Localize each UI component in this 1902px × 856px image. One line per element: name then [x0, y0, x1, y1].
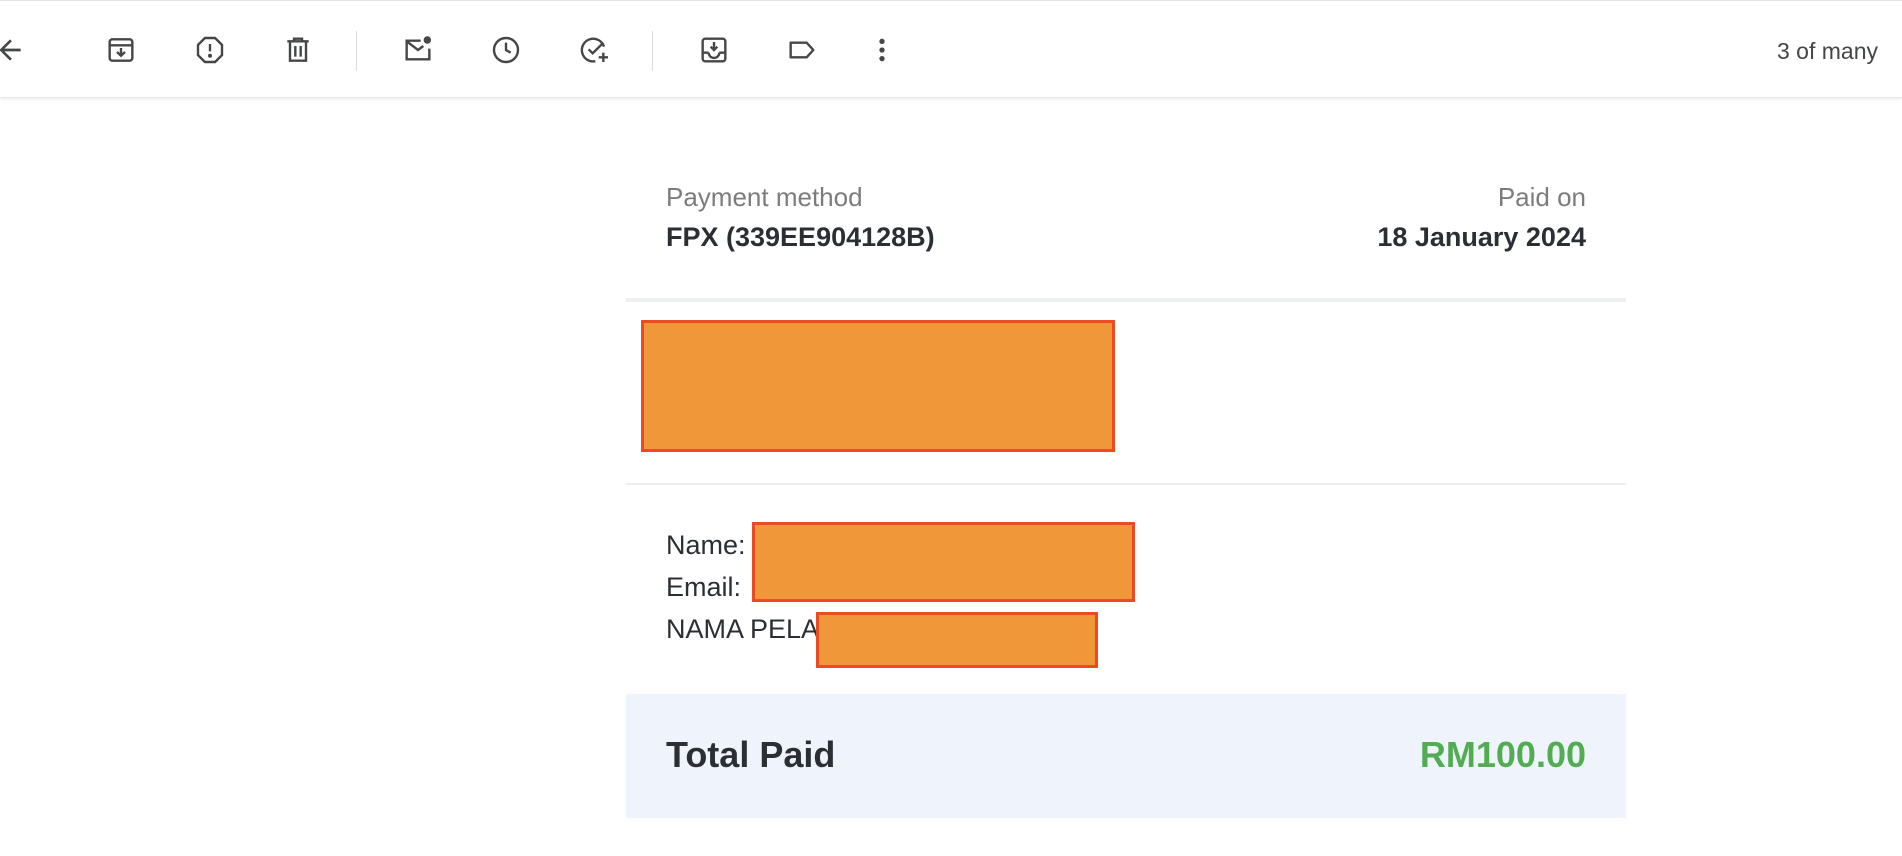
payment-method-label: Payment method [666, 182, 863, 212]
total-paid-amount: RM100.00 [1419, 734, 1586, 775]
toolbar-divider [652, 31, 653, 71]
customer-email-label: Email: [666, 572, 742, 602]
mark-unread-button[interactable] [394, 26, 442, 74]
paid-on-label: Paid on [1497, 182, 1586, 212]
back-arrow-icon [0, 39, 21, 61]
report-spam-button[interactable] [186, 26, 234, 74]
snooze-icon [492, 36, 520, 64]
redacted-block-customer-extra [816, 612, 1098, 668]
total-paid-label: Total Paid [666, 734, 836, 775]
redacted-block-customer [752, 522, 1135, 602]
delete-icon [287, 37, 309, 62]
archive-icon [108, 38, 134, 62]
customer-extra-label: NAMA PELA [666, 614, 820, 644]
snooze-button[interactable] [482, 26, 530, 74]
move-to-icon [701, 37, 727, 63]
label-button[interactable] [778, 26, 826, 74]
section-divider [626, 298, 1626, 302]
toolbar-divider [356, 31, 357, 71]
redacted-block-merchant [641, 320, 1115, 452]
email-toolbar: 3 of many [0, 0, 1902, 98]
move-to-button[interactable] [690, 26, 738, 74]
total-paid-row: Total Paid RM100.00 [626, 694, 1626, 818]
mark-unread-icon [405, 36, 432, 61]
customer-name-label: Name: [666, 530, 746, 560]
section-divider [626, 483, 1626, 485]
more-options-button[interactable] [858, 26, 906, 74]
archive-button[interactable] [97, 26, 145, 74]
add-to-tasks-icon [580, 37, 608, 63]
more-vert-icon [879, 38, 885, 62]
pagination-count: 3 of many [1777, 38, 1878, 64]
paid-on-value: 18 January 2024 [1377, 222, 1586, 252]
add-to-tasks-button[interactable] [570, 26, 618, 74]
payment-method-value: FPX (339EE904128B) [666, 222, 935, 252]
payment-receipt: Payment method FPX (339EE904128B) Paid o… [626, 98, 1626, 818]
report-spam-icon [196, 36, 224, 64]
delete-button[interactable] [274, 26, 322, 74]
label-icon [789, 41, 815, 59]
back-button[interactable] [0, 26, 34, 74]
